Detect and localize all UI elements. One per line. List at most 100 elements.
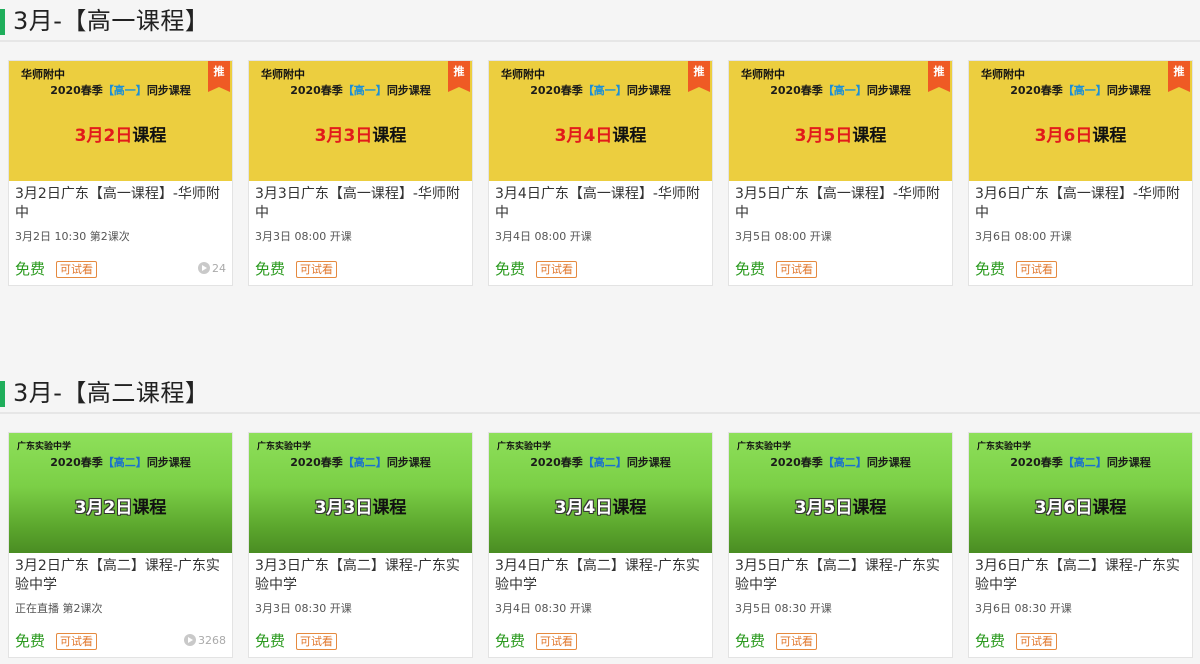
trial-badge: 可试看 [536,633,577,650]
price-label: 免费 [735,260,766,278]
thumb-headline: 3月4日课程 [554,126,647,146]
course-title[interactable]: 3月6日广东【高二】课程-广东实验中学 [975,557,1188,595]
trial-badge: 可试看 [536,261,577,278]
price-label: 免费 [255,632,286,650]
course-schedule: 3月4日 08:30 开课 [495,602,592,615]
course-card[interactable]: 华师附中 2020春季【高一】同步课程 3月6日课程 推 3月6日广东【高一课程… [968,60,1193,286]
course-card[interactable]: 广东实验中学 2020春季【高二】同步课程 3月2日课程 3月2日广东【高二】课… [8,432,233,658]
thumb-school: 华师附中 [981,68,1025,81]
thumb-headline: 3月6日课程 [1034,126,1127,146]
price-label: 免费 [975,260,1006,278]
course-thumbnail[interactable]: 广东实验中学 2020春季【高二】同步课程 3月6日课程 [969,433,1192,553]
thumb-subtitle: 2020春季【高一】同步课程 [530,84,671,97]
course-card[interactable]: 华师附中 2020春季【高一】同步课程 3月2日课程 推 3月2日广东【高一课程… [8,60,233,286]
section-accent-bar [0,381,5,407]
thumb-headline: 3月4日课程 [554,498,647,518]
course-thumbnail[interactable]: 广东实验中学 2020春季【高二】同步课程 3月2日课程 [9,433,232,553]
thumb-subtitle: 2020春季【高二】同步课程 [290,456,431,469]
course-title[interactable]: 3月4日广东【高二】课程-广东实验中学 [495,557,708,595]
course-title[interactable]: 3月6日广东【高一课程】-华师附中 [975,185,1188,223]
trial-badge: 可试看 [776,261,817,278]
course-card[interactable]: 广东实验中学 2020春季【高二】同步课程 3月4日课程 3月4日广东【高二】课… [488,432,713,658]
price-label: 免费 [495,260,526,278]
course-title[interactable]: 3月2日广东【高一课程】-华师附中 [15,185,228,223]
section-title: 3月-【高一课程】 [13,7,210,35]
play-circle-icon [198,262,210,274]
course-card[interactable]: 华师附中 2020春季【高一】同步课程 3月5日课程 推 3月5日广东【高一课程… [728,60,953,286]
thumb-subtitle: 2020春季【高二】同步课程 [770,456,911,469]
view-count: 24 [198,261,226,277]
thumb-subtitle: 2020春季【高二】同步课程 [530,456,671,469]
course-card[interactable]: 华师附中 2020春季【高一】同步课程 3月3日课程 推 3月3日广东【高一课程… [248,60,473,286]
course-schedule: 3月2日 10:30 第2课次 [15,230,130,243]
course-thumbnail[interactable]: 华师附中 2020春季【高一】同步课程 3月4日课程 推 [489,61,712,181]
course-schedule: 3月3日 08:00 开课 [255,230,352,243]
course-title[interactable]: 3月2日广东【高二】课程-广东实验中学 [15,557,228,595]
trial-badge: 可试看 [776,633,817,650]
section-grade-11: 3月-【高二课程】 广东实验中学 2020春季【高二】同步课程 3月2日课程 3… [0,372,1200,664]
section-grade-10: 3月-【高一课程】 华师附中 2020春季【高一】同步课程 3月2日课程 推 3… [0,0,1200,330]
thumb-headline: 3月5日课程 [794,498,887,518]
course-title[interactable]: 3月3日广东【高二】课程-广东实验中学 [255,557,468,595]
course-schedule: 正在直播 第2课次 [15,602,103,615]
trial-badge: 可试看 [296,633,337,650]
section-accent-bar [0,9,5,35]
recommend-badge-icon: 推 [1168,61,1190,92]
play-circle-icon [184,634,196,646]
thumb-subtitle: 2020春季【高一】同步课程 [770,84,911,97]
trial-badge: 可试看 [296,261,337,278]
thumb-school: 广东实验中学 [17,442,72,452]
thumb-headline: 3月6日课程 [1034,498,1127,518]
course-card[interactable]: 广东实验中学 2020春季【高二】同步课程 3月6日课程 3月6日广东【高二】课… [968,432,1193,658]
recommend-badge-icon: 推 [928,61,950,92]
thumb-school: 华师附中 [501,68,545,81]
course-schedule: 3月4日 08:00 开课 [495,230,592,243]
recommend-badge-icon: 推 [688,61,710,92]
course-title[interactable]: 3月5日广东【高二】课程-广东实验中学 [735,557,948,595]
course-thumbnail[interactable]: 华师附中 2020春季【高一】同步课程 3月3日课程 推 [249,61,472,181]
course-thumbnail[interactable]: 广东实验中学 2020春季【高二】同步课程 3月3日课程 [249,433,472,553]
section-header: 3月-【高一课程】 [0,0,1200,42]
trial-badge: 可试看 [1016,261,1057,278]
thumb-headline: 3月2日课程 [74,498,167,518]
course-schedule: 3月5日 08:30 开课 [735,602,832,615]
course-title[interactable]: 3月5日广东【高一课程】-华师附中 [735,185,948,223]
course-title[interactable]: 3月3日广东【高一课程】-华师附中 [255,185,468,223]
thumb-headline: 3月3日课程 [314,126,407,146]
course-card[interactable]: 华师附中 2020春季【高一】同步课程 3月4日课程 推 3月4日广东【高一课程… [488,60,713,286]
thumb-headline: 3月5日课程 [794,126,887,146]
course-title[interactable]: 3月4日广东【高一课程】-华师附中 [495,185,708,223]
price-label: 免费 [255,260,286,278]
thumb-subtitle: 2020春季【高一】同步课程 [1010,84,1151,97]
course-thumbnail[interactable]: 广东实验中学 2020春季【高二】同步课程 3月5日课程 [729,433,952,553]
thumb-headline: 3月2日课程 [74,126,167,146]
price-label: 免费 [15,260,46,278]
course-schedule: 3月3日 08:30 开课 [255,602,352,615]
course-schedule: 3月5日 08:00 开课 [735,230,832,243]
thumb-school: 广东实验中学 [737,442,792,452]
thumb-school: 华师附中 [261,68,305,81]
thumb-school: 广东实验中学 [977,442,1032,452]
course-schedule: 3月6日 08:00 开课 [975,230,1072,243]
thumb-subtitle: 2020春季【高一】同步课程 [290,84,431,97]
recommend-badge-icon: 推 [448,61,470,92]
course-thumbnail[interactable]: 广东实验中学 2020春季【高二】同步课程 3月4日课程 [489,433,712,553]
thumb-headline: 3月3日课程 [314,498,407,518]
view-count: 3268 [184,633,226,649]
thumb-school: 华师附中 [741,68,785,81]
thumb-subtitle: 2020春季【高二】同步课程 [50,456,191,469]
course-thumbnail[interactable]: 华师附中 2020春季【高一】同步课程 3月2日课程 推 [9,61,232,181]
trial-badge: 可试看 [1016,633,1057,650]
course-card[interactable]: 广东实验中学 2020春季【高二】同步课程 3月5日课程 3月5日广东【高二】课… [728,432,953,658]
recommend-badge-icon: 推 [208,61,230,92]
thumb-subtitle: 2020春季【高一】同步课程 [50,84,191,97]
section-header: 3月-【高二课程】 [0,372,1200,414]
price-label: 免费 [15,632,46,650]
course-card[interactable]: 广东实验中学 2020春季【高二】同步课程 3月3日课程 3月3日广东【高二】课… [248,432,473,658]
trial-badge: 可试看 [56,261,97,278]
course-thumbnail[interactable]: 华师附中 2020春季【高一】同步课程 3月5日课程 推 [729,61,952,181]
thumb-subtitle: 2020春季【高二】同步课程 [1010,456,1151,469]
thumb-school: 广东实验中学 [257,442,312,452]
price-label: 免费 [975,632,1006,650]
course-thumbnail[interactable]: 华师附中 2020春季【高一】同步课程 3月6日课程 推 [969,61,1192,181]
